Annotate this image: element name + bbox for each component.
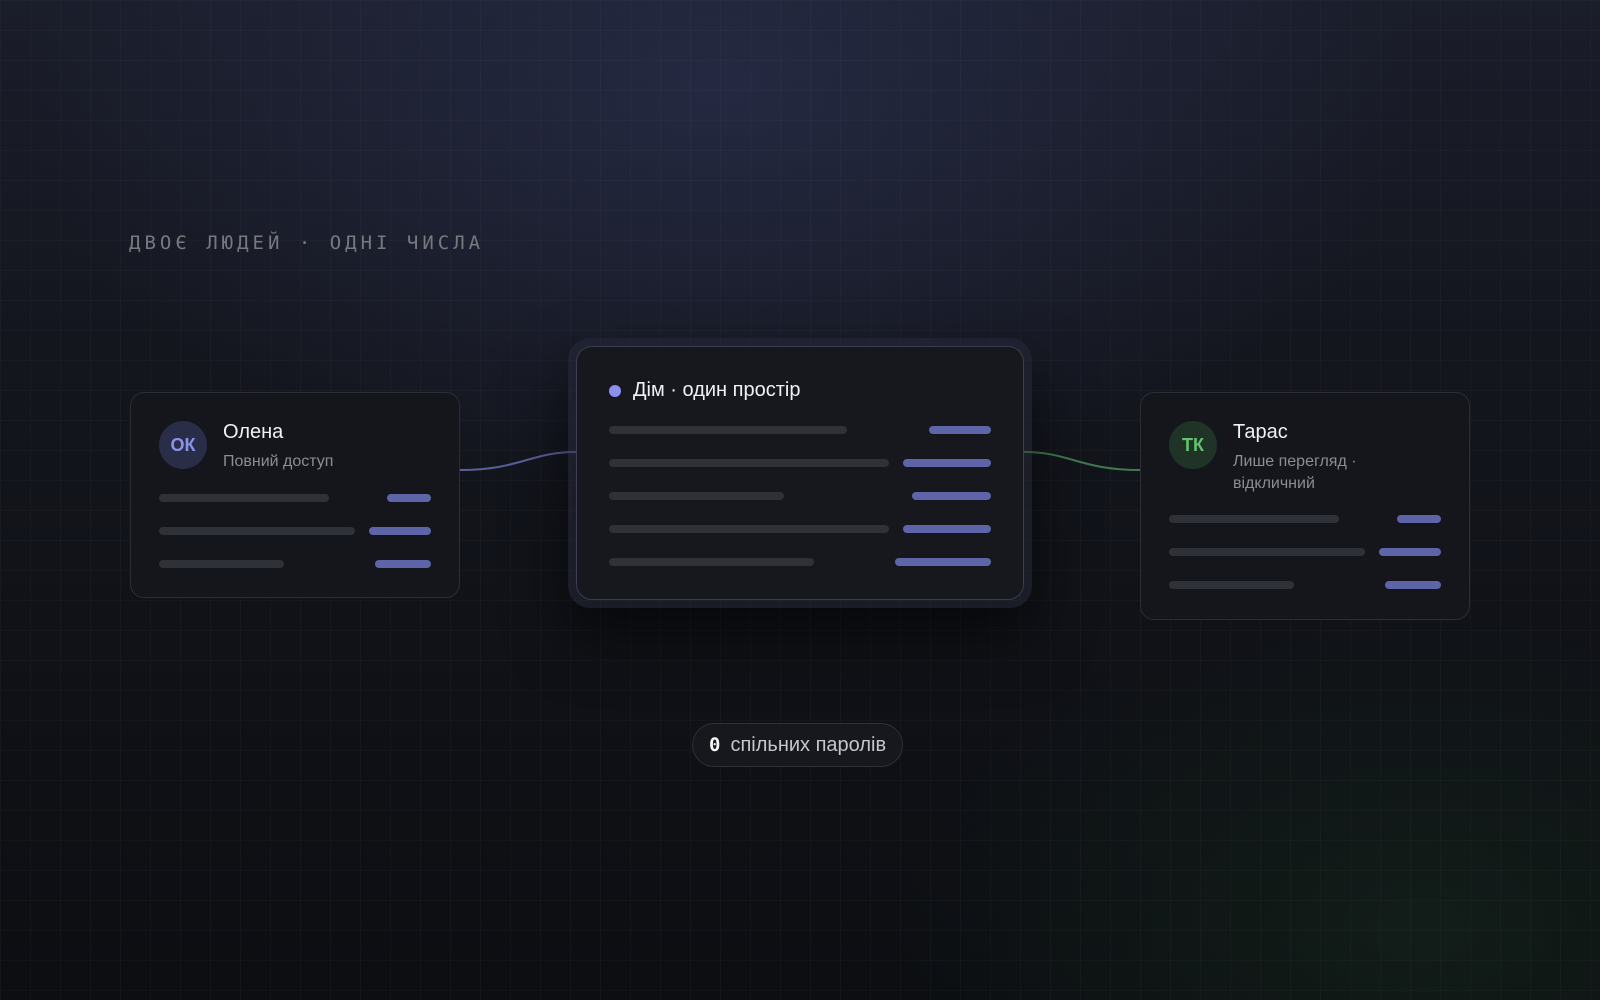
avatar: ОК (159, 421, 207, 469)
placeholder-value-bar (912, 492, 991, 500)
placeholder-value-bar (903, 459, 991, 467)
shared-passwords-count: 0 (709, 734, 721, 756)
placeholder-value-bar (895, 558, 991, 566)
placeholder-bar (159, 560, 284, 568)
placeholder-value-bar (1385, 581, 1441, 589)
avatar: ТК (1169, 421, 1217, 469)
entry-list (1169, 515, 1441, 614)
status-dot-icon (609, 385, 621, 397)
placeholder-value-bar (387, 494, 431, 502)
list-item (609, 426, 991, 434)
list-item (609, 558, 991, 566)
placeholder-bar (609, 426, 847, 434)
list-item (159, 527, 431, 535)
placeholder-bar (1169, 548, 1365, 556)
placeholder-bar (159, 494, 329, 502)
placeholder-bar (609, 459, 889, 467)
member-name: Олена (223, 421, 284, 443)
entry-list (609, 426, 991, 591)
list-item (159, 560, 431, 568)
placeholder-bar (1169, 515, 1339, 523)
member-role: Повний доступ (223, 453, 334, 470)
placeholder-bar (609, 558, 814, 566)
list-item (609, 492, 991, 500)
member-card-olena[interactable]: ОК Олена Повний доступ (130, 392, 460, 598)
list-item (1169, 548, 1441, 556)
placeholder-bar (609, 492, 784, 500)
placeholder-value-bar (903, 525, 991, 533)
list-item (1169, 581, 1441, 589)
member-card-taras[interactable]: ТК Тарас Лише перегляд · відкличний (1140, 392, 1470, 620)
list-item (609, 459, 991, 467)
shared-space-card[interactable]: Дім · один простір (576, 346, 1024, 600)
placeholder-value-bar (1379, 548, 1441, 556)
list-item (1169, 515, 1441, 523)
shared-passwords-label: спільних паролів (730, 733, 887, 756)
connector-right (1023, 451, 1141, 471)
entry-list (159, 494, 431, 593)
placeholder-bar (159, 527, 355, 535)
space-title: Дім · один простір (633, 379, 801, 401)
placeholder-bar (609, 525, 889, 533)
shared-passwords-badge: 0 спільних паролів (692, 723, 904, 767)
placeholder-value-bar (1397, 515, 1441, 523)
placeholder-bar (1169, 581, 1294, 589)
list-item (609, 525, 991, 533)
placeholder-value-bar (375, 560, 431, 568)
placeholder-value-bar (369, 527, 431, 535)
member-name: Тарас (1233, 421, 1288, 443)
list-item (159, 494, 431, 502)
connector-left (459, 451, 577, 471)
member-role: Лише перегляд · відкличний (1233, 453, 1357, 492)
placeholder-value-bar (929, 426, 991, 434)
